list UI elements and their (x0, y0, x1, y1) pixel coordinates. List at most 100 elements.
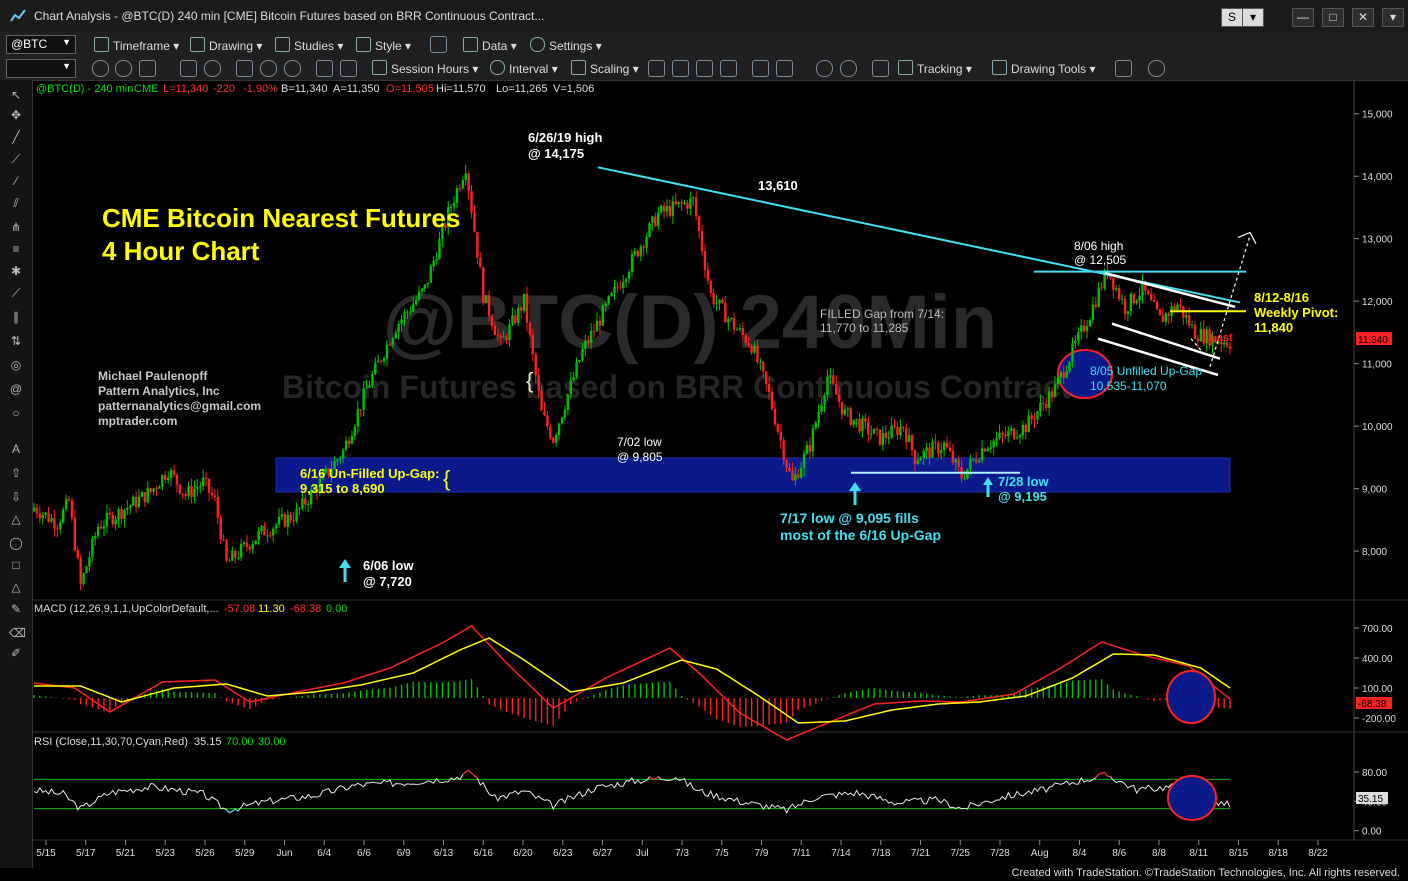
settings-menu[interactable]: Settings ▾ (530, 37, 602, 53)
candle-body (543, 410, 546, 416)
candle-body (782, 440, 785, 461)
label-high-0626-line2: @ 14,175 (528, 146, 584, 161)
rsi-axis-label: 80.00 (1362, 768, 1387, 779)
candle-body (797, 474, 800, 478)
circle-tool-icon[interactable] (92, 60, 109, 77)
text-icon[interactable]: A (9, 442, 23, 456)
data-menu[interactable]: Data ▾ (463, 37, 517, 53)
chart-canvas[interactable]: @BTC(D) 240Min Bitcoin Futures based on … (0, 0, 1408, 881)
regression-icon[interactable]: ⇅ (9, 334, 23, 348)
candle-body (811, 428, 815, 452)
extended-line-icon[interactable]: ∕ (9, 174, 23, 188)
brace-marker-0620: { (526, 368, 533, 393)
grid-icon[interactable] (316, 60, 333, 77)
candle-body (867, 421, 870, 435)
interval-menu[interactable]: Interval ▾ (490, 60, 558, 76)
triangle-icon[interactable]: △ (9, 580, 23, 594)
ray-icon[interactable]: ⟋ (9, 152, 23, 166)
candle-body (467, 173, 470, 191)
candle-body (420, 288, 424, 292)
arrow-up-icon[interactable]: ⇧ (9, 466, 23, 480)
settings-label: Settings (549, 39, 593, 53)
zoom-out-icon[interactable] (840, 60, 857, 77)
studies-menu[interactable]: Studies ▾ (275, 37, 343, 53)
arc-icon[interactable]: ◎ (9, 358, 23, 372)
target-icon[interactable] (260, 60, 277, 77)
candle-body (735, 329, 739, 331)
cycle-lines-icon[interactable]: ∥ (9, 310, 23, 324)
pitchfork-icon[interactable]: ⋔ (9, 220, 23, 234)
compress-icon[interactable] (720, 60, 737, 77)
bar-width-icon[interactable] (672, 60, 689, 77)
time-axis-label: 7/3 (675, 848, 689, 859)
symbol-link-button[interactable]: S (1221, 8, 1243, 27)
bar-width-icon[interactable] (648, 60, 665, 77)
fibonacci-icon[interactable]: ≡ (9, 242, 23, 256)
edit-icon[interactable] (1115, 60, 1132, 77)
candle-body (645, 236, 648, 248)
scaling-menu[interactable]: Scaling ▾ (571, 60, 639, 76)
maximize-button[interactable]: □ (1322, 8, 1344, 27)
candle-body (715, 303, 718, 305)
arrow-down-icon[interactable]: ⇩ (9, 490, 23, 504)
circle-tool-icon[interactable] (115, 60, 132, 77)
window-icon[interactable] (340, 60, 357, 77)
close-button[interactable]: ✕ (1352, 8, 1374, 27)
pointer-icon[interactable]: ↖ (9, 88, 23, 102)
candle-body (817, 411, 820, 423)
trendline-icon[interactable]: ╱ (9, 130, 23, 144)
macd-highlight-circle[interactable] (1166, 670, 1216, 724)
candle-body (67, 498, 71, 501)
layout-icon[interactable] (430, 36, 447, 53)
channel-icon[interactable]: ⫽ (9, 196, 23, 210)
ellipse-icon[interactable]: ◯ (9, 536, 23, 550)
rectangle-icon[interactable]: □ (9, 558, 23, 572)
symbol-input[interactable]: @BTC ▼ (6, 35, 76, 54)
session-hours-menu[interactable]: Session Hours ▾ (372, 60, 478, 76)
candle-body (298, 508, 301, 510)
drawing-tools-menu[interactable]: Drawing Tools ▾ (992, 60, 1096, 76)
spiral-icon[interactable]: @ (9, 382, 23, 396)
crosshair-icon[interactable] (872, 60, 889, 77)
scroll-right-icon[interactable] (776, 60, 793, 77)
delete-drawing-icon[interactable]: ✎ (9, 602, 23, 616)
scroll-left-icon[interactable] (752, 60, 769, 77)
left-drawing-toolbar: ↖ ✥ ╱ ⟋ ∕ ⫽ ⋔ ≡ ✱ ⟋ ∥ ⇅ ◎ @ ○ A ⇧ ⇩ △ ◯ … (0, 80, 33, 868)
candle-body (347, 440, 351, 444)
calendar-icon[interactable] (139, 60, 156, 77)
label-low-0702-line1: 7/02 low (617, 435, 662, 449)
candle-body (140, 492, 144, 497)
move-icon[interactable]: ✥ (9, 108, 23, 122)
arrow-up-outline-icon[interactable]: △ (9, 512, 23, 526)
candle-body (1126, 311, 1130, 314)
speedline-icon[interactable]: ⟋ (9, 286, 23, 300)
rsi-highlight-circle[interactable] (1167, 775, 1217, 821)
zoom-in-icon[interactable] (816, 60, 833, 77)
minimize-button[interactable]: — (1292, 8, 1314, 27)
gann-icon[interactable]: ✱ (9, 264, 23, 278)
compass-icon[interactable] (284, 60, 301, 77)
eraser-icon[interactable]: ⌫ (9, 626, 26, 640)
drawing-menu[interactable]: Drawing ▾ (190, 37, 262, 53)
pin-button[interactable]: ▾ (1382, 8, 1404, 27)
expand-icon[interactable] (696, 60, 713, 77)
style-label: Style (375, 39, 402, 53)
time-axis-label: 6/20 (513, 848, 533, 859)
refresh-icon[interactable] (180, 60, 197, 77)
circle-icon[interactable]: ○ (9, 406, 23, 420)
candle-body (374, 362, 377, 375)
style-menu[interactable]: Style ▾ (356, 37, 411, 53)
link-menu-button[interactable]: ▾ (1242, 8, 1264, 27)
camera-icon[interactable] (236, 60, 253, 77)
label-high-0626-line1: 6/26/19 high (528, 130, 602, 145)
interval-input[interactable]: ▼ (6, 59, 76, 78)
chat-icon[interactable] (1148, 60, 1165, 77)
timeframe-menu[interactable]: Timeframe ▾ (94, 37, 179, 53)
candle-body (1050, 391, 1054, 397)
marker-icon[interactable]: ✐ (9, 646, 23, 660)
candle-body (636, 251, 640, 257)
tracking-menu[interactable]: Tracking ▾ (898, 60, 972, 76)
cycle-icon[interactable] (204, 60, 221, 77)
candle-body (928, 447, 931, 458)
candle-body (379, 360, 383, 362)
